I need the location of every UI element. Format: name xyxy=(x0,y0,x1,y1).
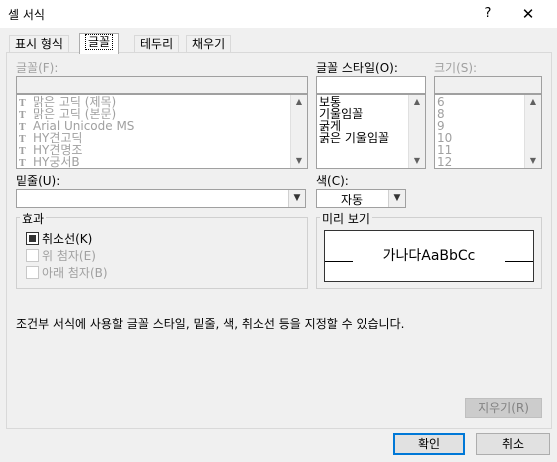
scroll-down-icon[interactable]: ▼ xyxy=(409,154,425,168)
subscript-label[interactable]: 아래 첨자(B) xyxy=(42,264,108,281)
underline-label: 밑줄(U): xyxy=(16,174,61,188)
tab-font[interactable]: 글꼴 xyxy=(79,33,120,54)
tab-number-format[interactable]: 표시 형식 xyxy=(9,35,69,53)
scroll-down-icon[interactable]: ▼ xyxy=(525,154,541,168)
strikethrough-checkbox[interactable] xyxy=(26,232,39,245)
description-text: 조건부 서식에 사용할 글꼴 스타일, 밑줄, 색, 취소선 등을 지정할 수 … xyxy=(16,317,405,331)
cancel-button[interactable]: 취소 xyxy=(476,433,550,455)
close-button[interactable]: ✕ xyxy=(516,3,540,25)
size-list[interactable]: 6 8 9 10 11 12 ▲ ▼ xyxy=(434,94,542,169)
tab-label: 글꼴 xyxy=(85,34,114,50)
font-style-input[interactable] xyxy=(316,76,426,94)
scroll-up-icon[interactable]: ▲ xyxy=(409,95,425,109)
window-title: 셀 서식 xyxy=(8,8,45,22)
font-style-list[interactable]: 보통 기울임꼴 굵게 굵은 기울임꼴 ▲ ▼ xyxy=(316,94,426,169)
checkbox-indicator xyxy=(29,235,36,242)
strikethrough-label[interactable]: 취소선(K) xyxy=(42,230,92,247)
help-button[interactable]: ? xyxy=(478,4,498,24)
color-select[interactable]: 자동 ▼ xyxy=(316,189,406,208)
tab-border[interactable]: 테두리 xyxy=(134,35,180,53)
list-item[interactable]: 12 xyxy=(437,156,452,168)
preview-sample: 가나다AaBbCc xyxy=(382,248,476,264)
truetype-icon: T xyxy=(19,159,26,169)
preview-label: 미리 보기 xyxy=(320,210,372,227)
subscript-checkbox[interactable] xyxy=(26,266,39,279)
preview-box: 가나다AaBbCc xyxy=(324,230,534,282)
font-label: 글꼴(F): xyxy=(16,61,59,75)
superscript-checkbox[interactable] xyxy=(26,249,39,262)
list-item[interactable]: 굵은 기울임꼴 xyxy=(319,132,389,144)
font-list[interactable]: T 맑은 고딕 (제목) T 맑은 고딕 (본문) T Arial Unicode M… xyxy=(16,94,308,169)
superscript-label[interactable]: 위 첨자(E) xyxy=(42,247,96,264)
tab-label: 테두리 xyxy=(140,37,174,51)
chevron-down-icon[interactable]: ▼ xyxy=(388,190,405,207)
tab-label: 채우기 xyxy=(192,37,226,51)
clear-button[interactable]: 지우기(R) xyxy=(465,398,542,418)
ok-button[interactable]: 확인 xyxy=(393,433,465,455)
list-item[interactable]: T HY궁서B xyxy=(19,156,80,168)
scroll-up-icon[interactable]: ▲ xyxy=(525,95,541,109)
color-value: 자동 xyxy=(340,193,364,207)
tab-label: 표시 형식 xyxy=(15,37,63,51)
size-input[interactable] xyxy=(434,76,542,94)
font-style-list-scrollbar[interactable]: ▲ ▼ xyxy=(408,95,425,168)
underline-select[interactable]: ▼ xyxy=(16,189,306,208)
size-list-scrollbar[interactable]: ▲ ▼ xyxy=(524,95,541,168)
chevron-down-icon[interactable]: ▼ xyxy=(288,190,305,207)
tab-fill[interactable]: 채우기 xyxy=(186,35,232,53)
effects-label: 효과 xyxy=(20,210,47,227)
font-input[interactable] xyxy=(16,76,308,94)
font-list-scrollbar[interactable]: ▲ ▼ xyxy=(290,95,307,168)
color-label: 색(C): xyxy=(316,174,349,188)
size-label: 크기(S): xyxy=(434,61,478,75)
title-bar xyxy=(0,0,557,28)
font-style-label: 글꼴 스타일(O): xyxy=(316,61,398,75)
scroll-up-icon[interactable]: ▲ xyxy=(291,95,307,109)
scroll-down-icon[interactable]: ▼ xyxy=(291,154,307,168)
